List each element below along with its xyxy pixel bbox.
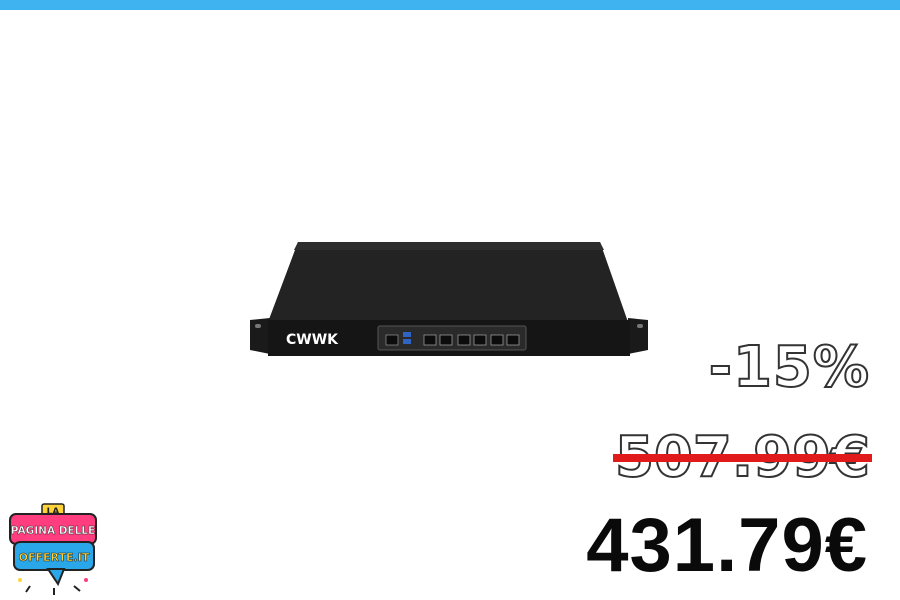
- brand-label: CWWK: [286, 332, 339, 348]
- site-logo: LA PAGINA DELLE OFFERTE.IT: [9, 503, 97, 595]
- discount-percentage: -15%: [708, 335, 870, 400]
- top-accent-bar: [0, 0, 900, 10]
- strikethrough-line: [612, 454, 872, 462]
- product-image: CWWK: [250, 242, 648, 356]
- discounted-price: 431.79€: [586, 503, 868, 588]
- svg-text:PAGINA DELLE: PAGINA DELLE: [11, 525, 95, 537]
- old-price-container: 507.99€: [612, 429, 872, 487]
- svg-text:OFFERTE.IT: OFFERTE.IT: [19, 551, 90, 564]
